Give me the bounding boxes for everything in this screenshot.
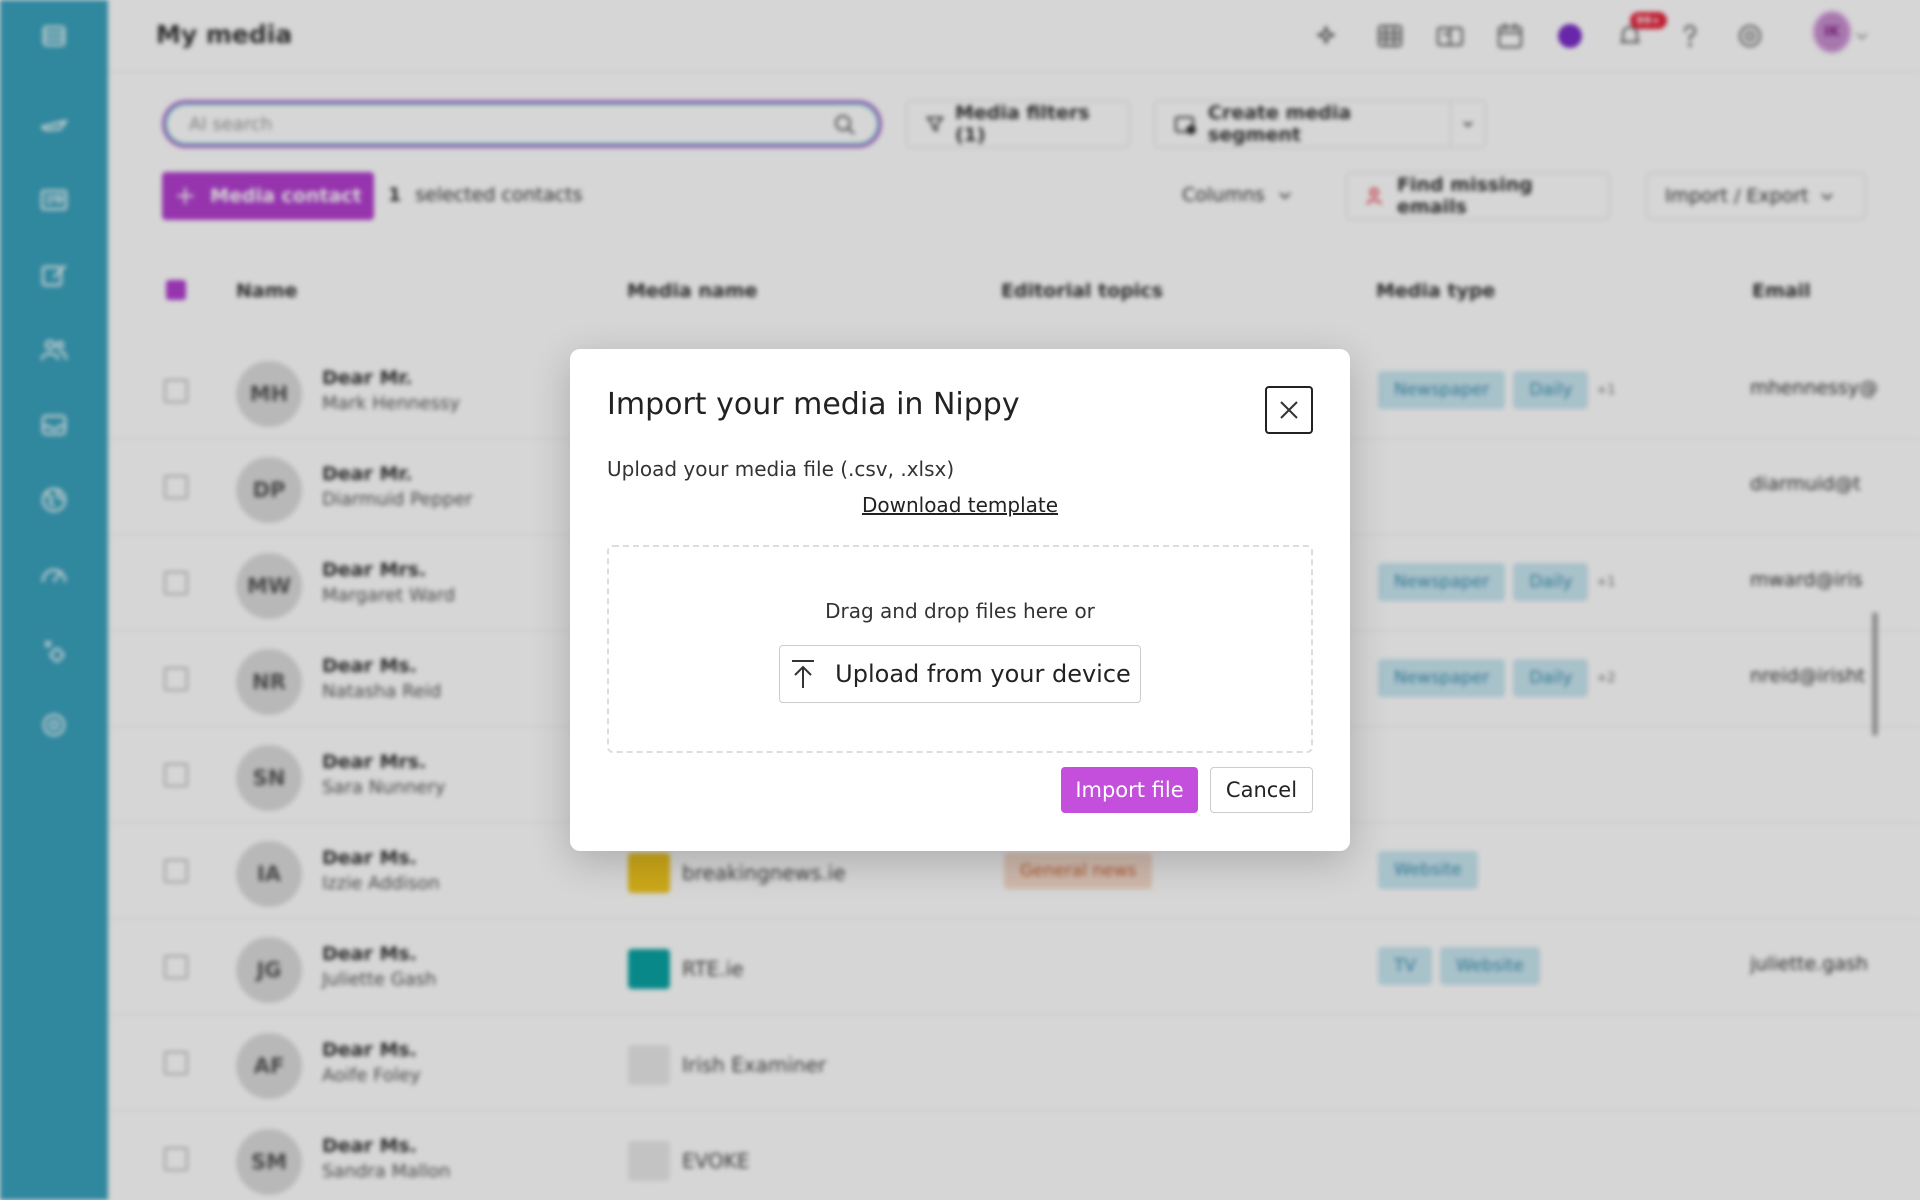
dropzone-text: Drag and drop files here or — [825, 599, 1095, 623]
import-dialog: Import your media in Nippy Upload your m… — [570, 349, 1350, 851]
dialog-title: Import your media in Nippy — [607, 387, 1020, 422]
upload-arrow-icon — [792, 660, 815, 688]
upload-from-device-button[interactable]: Upload from your device — [779, 645, 1141, 703]
file-dropzone[interactable]: Drag and drop files here or Upload from … — [607, 545, 1313, 753]
close-button[interactable] — [1265, 386, 1313, 434]
cancel-button[interactable]: Cancel — [1210, 767, 1313, 813]
download-template-link[interactable]: Download template — [570, 493, 1350, 517]
close-icon — [1280, 401, 1298, 419]
upload-instructions: Upload your media file (.csv, .xlsx) — [607, 457, 955, 481]
import-file-button[interactable]: Import file — [1061, 767, 1198, 813]
